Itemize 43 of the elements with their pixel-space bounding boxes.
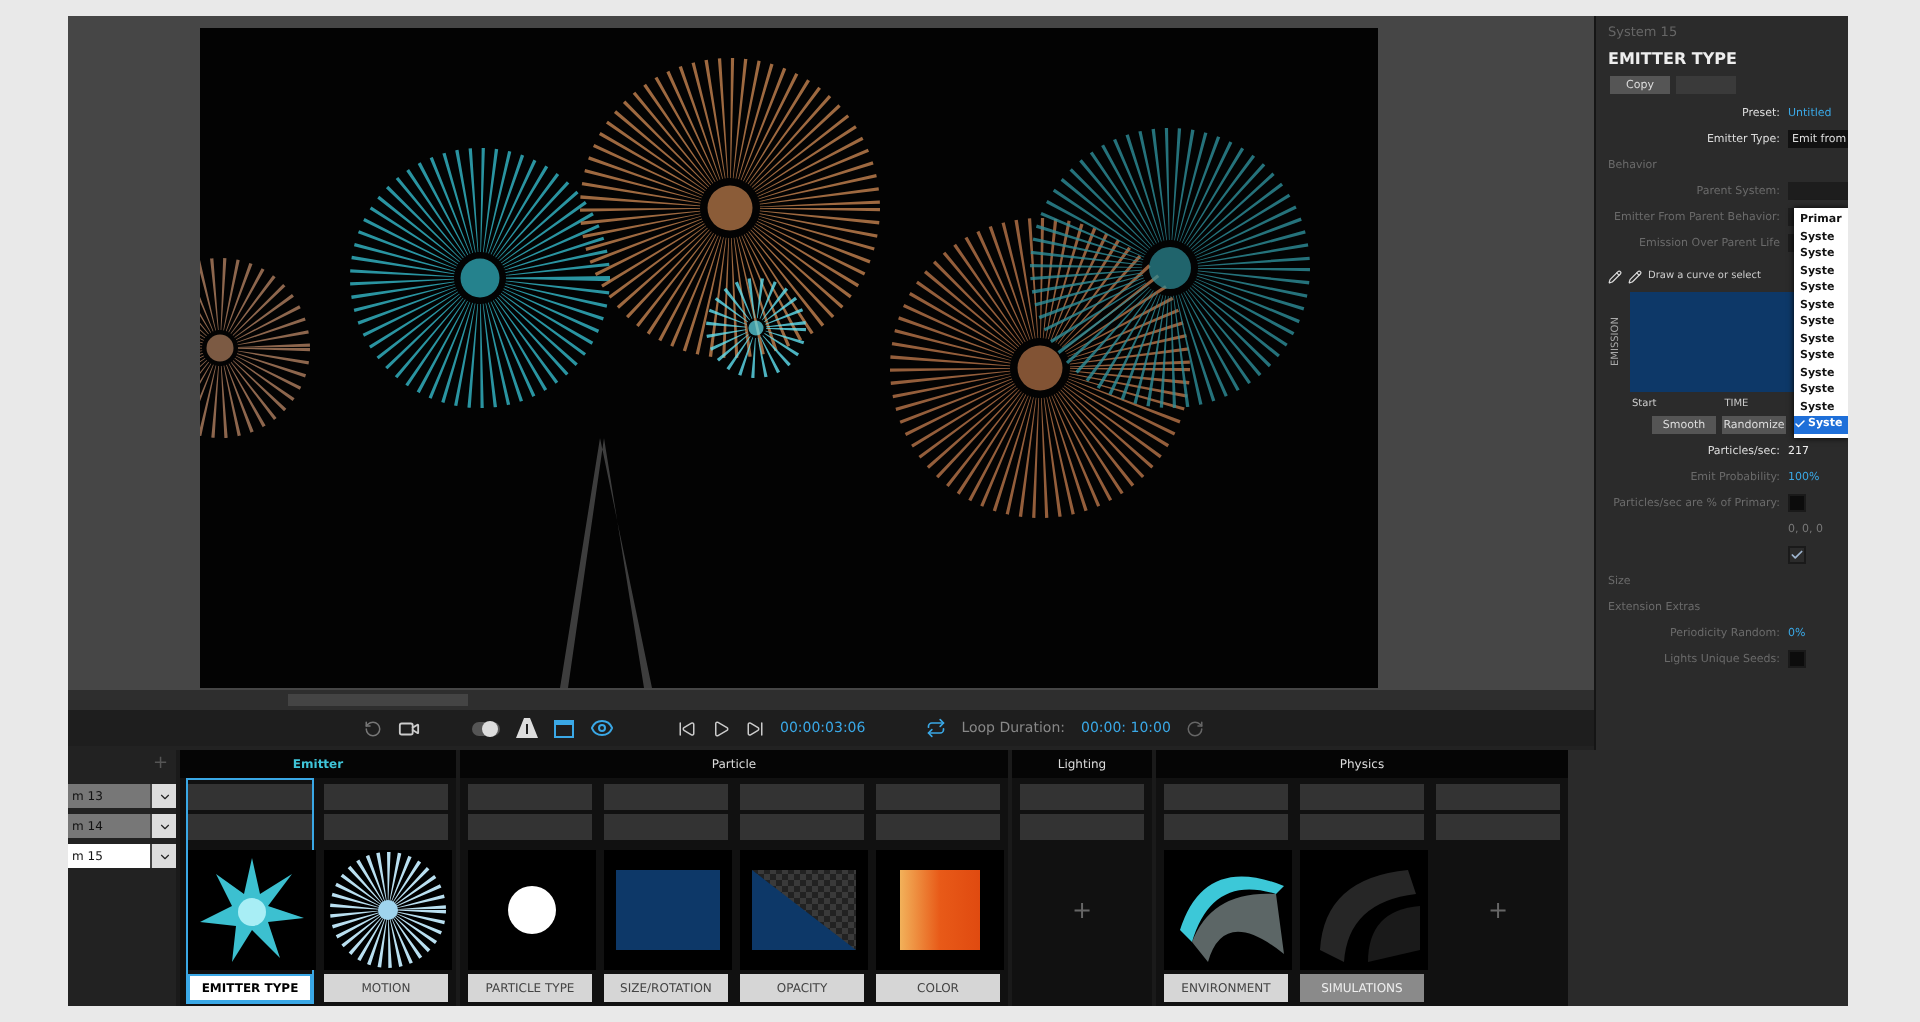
empty-slot[interactable]: [188, 814, 312, 840]
road-icon[interactable]: [516, 718, 538, 738]
caret-icon[interactable]: [150, 844, 176, 868]
skip-back-icon[interactable]: [678, 719, 696, 737]
pencil-icon[interactable]: [1628, 269, 1642, 283]
skip-forward-icon[interactable]: [746, 719, 764, 737]
opacity-ramp-drawing: [740, 850, 868, 970]
curve-graph[interactable]: [1630, 292, 1798, 392]
empty-slot[interactable]: [1020, 814, 1144, 840]
reset-icon[interactable]: [1186, 719, 1205, 737]
caret-icon[interactable]: [150, 784, 176, 808]
empty-slot[interactable]: [1164, 814, 1288, 840]
empty-slot[interactable]: [1164, 784, 1288, 810]
glow-dot-drawing: [468, 850, 596, 970]
undo-icon[interactable]: [364, 719, 382, 737]
eye-icon[interactable]: [590, 716, 614, 740]
empty-slot[interactable]: [740, 784, 864, 810]
empty-slot[interactable]: [1436, 784, 1560, 810]
gradient-swatch-drawing: [876, 850, 1004, 970]
empty-slot[interactable]: [468, 814, 592, 840]
loop-icon[interactable]: [925, 718, 946, 738]
empty-slot[interactable]: [1020, 784, 1144, 810]
caret-icon[interactable]: [150, 814, 176, 838]
panel-title: EMITTER TYPE: [1608, 50, 1739, 68]
play-icon[interactable]: [712, 719, 730, 737]
empty-slot[interactable]: [188, 784, 312, 810]
empty-slot[interactable]: [876, 814, 1000, 840]
empty-slot[interactable]: [876, 784, 1000, 810]
empty-slot[interactable]: [604, 784, 728, 810]
empty-slot[interactable]: [324, 814, 448, 840]
scrollbar[interactable]: [68, 690, 1594, 710]
video-camera-icon[interactable]: [398, 717, 420, 739]
square-swatch-drawing: [604, 850, 732, 970]
empty-slot[interactable]: [1436, 814, 1560, 840]
pencil-icon[interactable]: [1608, 269, 1622, 283]
toggle-icon[interactable]: [472, 719, 500, 737]
empty-slot[interactable]: [468, 784, 592, 810]
empty-slot[interactable]: [740, 814, 864, 840]
frame-icon[interactable]: [554, 719, 574, 737]
empty-slot[interactable]: [324, 784, 448, 810]
empty-slot[interactable]: [604, 814, 728, 840]
select-field[interactable]: [1788, 182, 1848, 200]
check-icon: [1794, 418, 1806, 431]
